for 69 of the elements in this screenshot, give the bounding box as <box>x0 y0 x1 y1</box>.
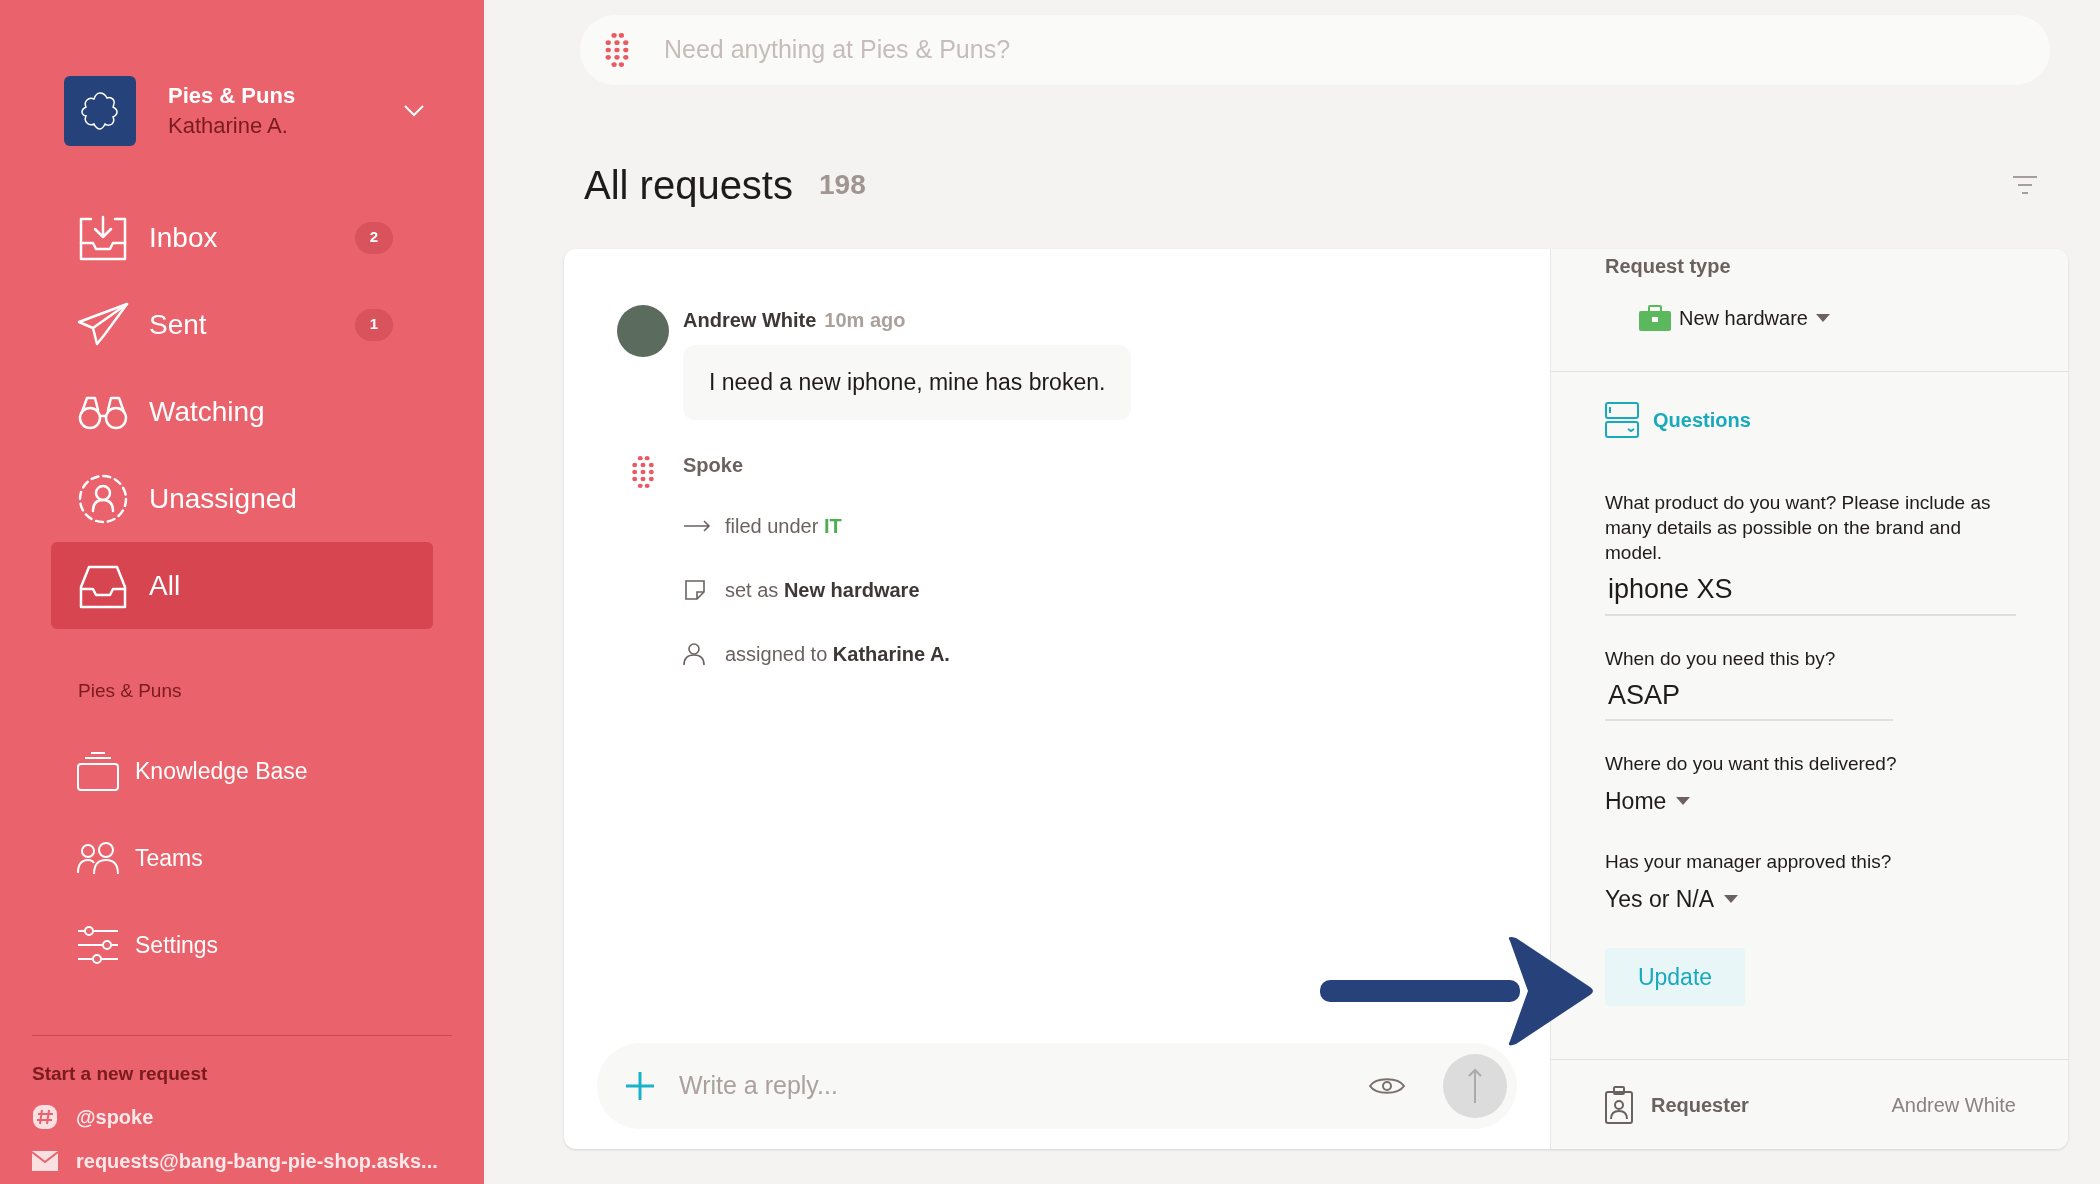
envelope-icon <box>32 1151 58 1171</box>
question-text: What product do you want? Please include as many details as possible on the brand and model. <box>1605 491 1992 565</box>
arrow-right-icon <box>683 519 711 532</box>
id-badge-icon <box>1605 1085 1633 1124</box>
people-icon <box>77 841 119 875</box>
message-bubble: I need a new iphone, mine has broken. <box>683 345 1132 420</box>
channel-link[interactable]: requests@bang-bang-pie-shop.asks... <box>76 1146 438 1176</box>
plus-icon[interactable] <box>625 1071 655 1101</box>
user-name: Katharine A. <box>168 112 289 140</box>
event-text: filed under IT <box>725 513 842 539</box>
nav-item[interactable]: All <box>51 542 433 629</box>
answer-field[interactable]: ASAP <box>1605 674 1893 721</box>
answer-field[interactable]: iphone XS <box>1605 569 2016 616</box>
arrow-up-icon <box>1468 1068 1482 1104</box>
inbox-tray-icon <box>77 214 129 261</box>
page-title: All requests <box>584 162 793 209</box>
paper-plane-icon <box>77 301 129 348</box>
question-text: When do you need this by? <box>1605 646 1837 671</box>
avatar-placeholder <box>617 305 669 357</box>
nav-item[interactable]: Knowledge Base <box>77 727 484 815</box>
stack-icon <box>77 751 119 791</box>
count-badge: 2 <box>355 221 393 254</box>
question-text: Has your manager approved this? <box>1605 849 1893 874</box>
answer-dropdown[interactable]: Home <box>1605 784 2016 819</box>
chevron-down-icon[interactable] <box>404 105 424 117</box>
caret-icon <box>1815 314 1830 322</box>
nav-item[interactable]: Settings <box>77 901 484 989</box>
nav-item[interactable]: Inbox 2 <box>51 194 433 281</box>
flower-outline-icon <box>79 90 121 132</box>
user-icon <box>683 641 705 666</box>
author-name: Spoke <box>683 452 745 478</box>
caret-icon <box>1724 894 1739 903</box>
note-icon <box>683 577 707 602</box>
briefcase-icon <box>1639 305 1671 331</box>
section-heading: Pies & Puns <box>78 679 183 703</box>
requester-name: Andrew White <box>1891 1092 2016 1118</box>
event-text: assigned to Katharine A. <box>725 641 950 667</box>
form-icon <box>1605 402 1639 438</box>
message-time: 10m ago <box>824 308 906 333</box>
answer-dropdown[interactable]: Yes or N/A <box>1605 881 2016 916</box>
request-type-dropdown[interactable]: New hardware <box>1639 303 2068 333</box>
send-button[interactable] <box>1443 1054 1507 1118</box>
request-count: 198 <box>819 168 866 202</box>
reply-bar[interactable]: Write a reply... <box>597 1043 1517 1129</box>
author-name: Andrew White <box>683 308 817 333</box>
search-field[interactable]: Need anything at Pies & Puns? <box>664 31 2050 69</box>
workspace-logo[interactable] <box>64 76 136 146</box>
search-bar[interactable]: Need anything at Pies & Puns? <box>580 15 2050 85</box>
nav-item[interactable]: Teams <box>77 814 484 902</box>
nav-item[interactable]: Sent 1 <box>51 281 433 368</box>
count-badge: 1 <box>355 308 393 341</box>
nav-item[interactable]: Unassigned <box>51 455 433 542</box>
event-text: set as New hardware <box>725 577 920 603</box>
field-label: Request type <box>1605 254 1732 279</box>
eye-icon[interactable] <box>1369 1075 1405 1097</box>
nav-item[interactable]: Watching <box>51 368 433 455</box>
dashed-user-icon <box>77 472 129 525</box>
update-button[interactable]: Update <box>1605 948 1745 1006</box>
requester-label: Requester <box>1651 1092 1749 1118</box>
caret-icon <box>1676 797 1691 806</box>
reply-field[interactable]: Write a reply... <box>679 1067 1369 1105</box>
workspace-name: Pies & Puns <box>168 82 296 110</box>
start-request-heading: Start a new request <box>32 1061 209 1086</box>
hash-badge-icon <box>32 1104 58 1130</box>
channel-link[interactable]: @spoke <box>76 1102 154 1132</box>
section-title: Questions <box>1653 408 1751 433</box>
filter-icon[interactable] <box>2012 175 2038 195</box>
question-text: Where do you want this delivered? <box>1605 752 1898 776</box>
sliders-icon <box>77 925 119 965</box>
